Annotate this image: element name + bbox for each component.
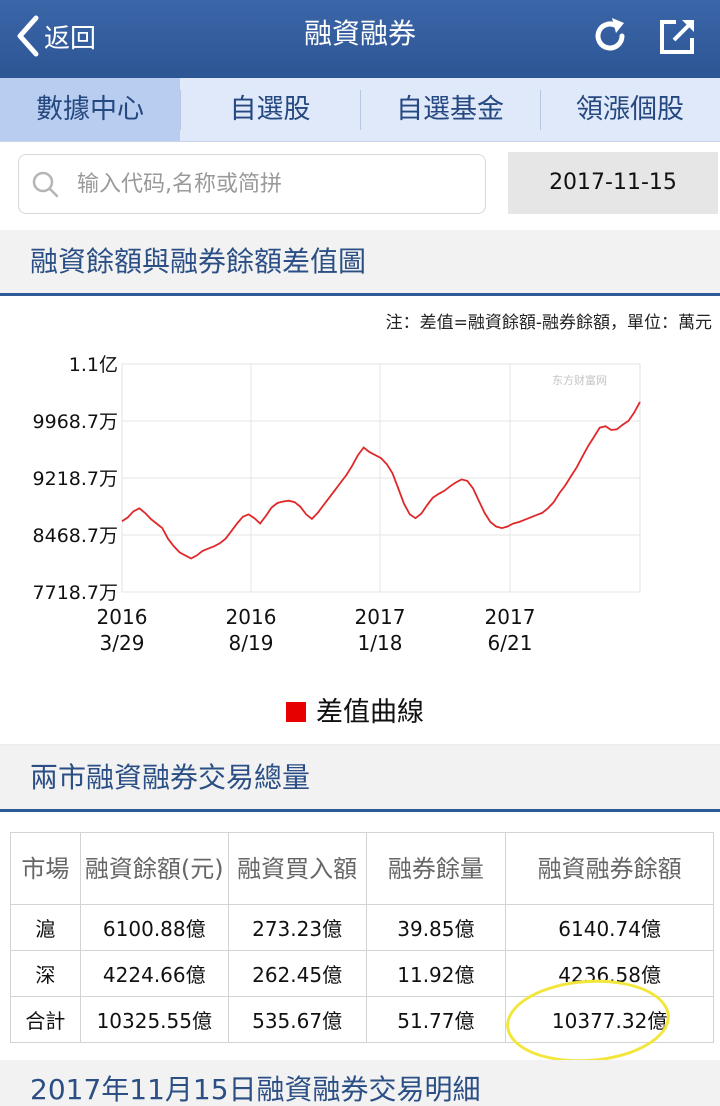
back-button[interactable]: 返回 bbox=[14, 12, 96, 60]
cell-short-balance: 11.92億 bbox=[365, 950, 507, 997]
cell-short-balance: 39.85億 bbox=[365, 904, 507, 951]
header-margin-buy: 融資買入額 bbox=[227, 832, 367, 905]
cell-margin-balance: 6100.88億 bbox=[79, 904, 229, 951]
y-tick-label: 1.1亿 bbox=[69, 354, 118, 376]
chart-section-title: 融資餘額與融券餘額差值圖 bbox=[0, 230, 720, 296]
x-tick-label: 6/21 bbox=[488, 631, 533, 655]
grid-lines bbox=[122, 363, 640, 593]
chart-panel: 注：差值=融資餘額-融券餘額，單位：萬元 东方财富网 1.1亿 9968.7万 92… bbox=[0, 296, 720, 744]
totals-panel: 市場 融資餘額(元) 融資買入額 融券餘量 融資融券餘額 滬 6100.88億 … bbox=[0, 812, 720, 1060]
x-tick-label: 1/18 bbox=[358, 631, 403, 655]
search-icon bbox=[32, 171, 59, 198]
search-row: 2017-11-15 bbox=[0, 142, 720, 230]
tab-bar: 數據中心 自選股 自選基金 領漲個股 bbox=[0, 78, 720, 142]
cell-margin-balance: 10325.55億 bbox=[79, 996, 229, 1043]
cell-short-balance: 51.77億 bbox=[365, 996, 507, 1043]
difference-chart: 东方财富网 1.1亿 9968.7万 9218.7万 8468.7万 7718.7万 2… bbox=[33, 354, 641, 728]
table-header-row: 市場 融資餘額(元) 融資買入額 融券餘量 融資融券餘額 bbox=[10, 832, 714, 905]
chart-watermark: 东方财富网 bbox=[552, 373, 607, 387]
refresh-icon[interactable] bbox=[588, 14, 632, 58]
x-tick-label: 2016 bbox=[97, 605, 148, 629]
app-header: 返回 融資融券 bbox=[0, 0, 720, 78]
tab-data-center[interactable]: 數據中心 bbox=[0, 78, 180, 141]
table-row: 滬 6100.88億 273.23億 39.85億 6140.74億 bbox=[10, 904, 714, 951]
back-label: 返回 bbox=[44, 23, 97, 54]
cell-margin-buy: 535.67億 bbox=[227, 996, 367, 1043]
chevron-left-icon bbox=[17, 15, 39, 57]
header-short-balance: 融券餘量 bbox=[365, 832, 507, 905]
cell-market: 合計 bbox=[10, 996, 81, 1043]
x-tick-label: 8/19 bbox=[229, 631, 274, 655]
cell-market: 滬 bbox=[10, 904, 81, 951]
totals-section-title: 兩市融資融券交易總量 bbox=[0, 746, 720, 812]
table-row: 合計 10325.55億 535.67億 51.77億 10377.32億 bbox=[10, 996, 714, 1043]
x-tick-label: 2016 bbox=[226, 605, 277, 629]
cell-margin-buy: 262.45億 bbox=[227, 950, 367, 997]
cell-market: 深 bbox=[10, 950, 81, 997]
search-input[interactable] bbox=[77, 171, 457, 197]
tab-leading-stocks[interactable]: 領漲個股 bbox=[540, 78, 720, 141]
share-icon[interactable] bbox=[656, 14, 700, 58]
header-margin-balance: 融資餘額(元) bbox=[79, 832, 229, 905]
totals-table: 市場 融資餘額(元) 融資買入額 融券餘量 融資融券餘額 滬 6100.88億 … bbox=[10, 832, 714, 1043]
y-tick-label: 9968.7万 bbox=[33, 411, 118, 433]
detail-section-title: 2017年11月15日融資融券交易明細 bbox=[0, 1060, 720, 1106]
search-box bbox=[18, 154, 486, 214]
header-total-balance: 融資融券餘額 bbox=[505, 832, 714, 905]
table-row: 深 4224.66億 262.45億 11.92億 4236.58億 bbox=[10, 950, 714, 997]
cell-margin-buy: 273.23億 bbox=[227, 904, 367, 951]
y-tick-label: 8468.7万 bbox=[33, 525, 118, 547]
x-axis-ticks: 20163/2920168/1920171/1820176/21 bbox=[97, 605, 536, 655]
y-axis-ticks: 1.1亿 9968.7万 9218.7万 8468.7万 7718.7万 bbox=[33, 354, 118, 604]
y-tick-label: 7718.7万 bbox=[33, 582, 118, 604]
y-tick-label: 9218.7万 bbox=[33, 468, 118, 490]
tab-watchlist-funds[interactable]: 自選基金 bbox=[360, 78, 540, 141]
cell-total-balance: 6140.74億 bbox=[505, 904, 714, 951]
cell-total-balance: 4236.58億 bbox=[505, 950, 714, 997]
date-selector[interactable]: 2017-11-15 bbox=[508, 152, 718, 214]
cell-margin-balance: 4224.66億 bbox=[79, 950, 229, 997]
x-tick-label: 2017 bbox=[355, 605, 406, 629]
legend-swatch bbox=[286, 702, 306, 722]
legend-label: 差值曲線 bbox=[316, 697, 424, 728]
x-tick-label: 3/29 bbox=[100, 631, 145, 655]
cell-total-balance: 10377.32億 bbox=[505, 996, 714, 1043]
x-tick-label: 2017 bbox=[485, 605, 536, 629]
tab-watchlist-stocks[interactable]: 自選股 bbox=[180, 78, 360, 141]
header-market: 市場 bbox=[10, 832, 81, 905]
